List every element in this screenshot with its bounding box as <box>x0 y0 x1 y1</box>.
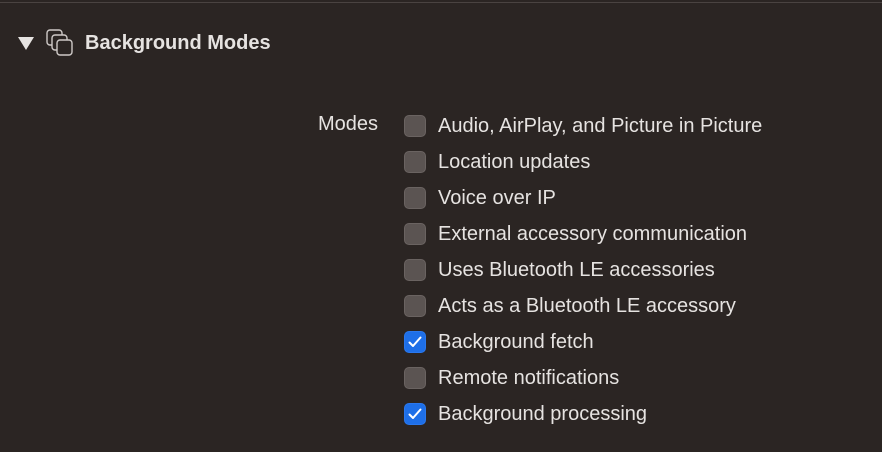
mode-label: Acts as a Bluetooth LE accessory <box>438 294 736 317</box>
checkbox[interactable] <box>404 115 426 137</box>
mode-row-bluetooth-le-accessories[interactable]: Uses Bluetooth LE accessories <box>404 252 874 288</box>
mode-label: Voice over IP <box>438 186 556 209</box>
mode-row-bluetooth-le-accessory[interactable]: Acts as a Bluetooth LE accessory <box>404 288 874 324</box>
mode-row-audio-airplay-pip[interactable]: Audio, AirPlay, and Picture in Picture <box>404 108 874 144</box>
checkbox[interactable] <box>404 331 426 353</box>
mode-row-external-accessory[interactable]: External accessory communication <box>404 216 874 252</box>
mode-label: Background processing <box>438 402 648 425</box>
section-header: Background Modes <box>14 26 271 60</box>
mode-label: Remote notifications <box>438 366 620 389</box>
mode-row-background-fetch[interactable]: Background fetch <box>404 324 874 360</box>
checkbox[interactable] <box>404 187 426 209</box>
modes-label: Modes <box>318 113 379 135</box>
checkmark-icon <box>408 408 422 419</box>
modes-list: Audio, AirPlay, and Picture in Picture L… <box>404 108 874 432</box>
mode-label: Uses Bluetooth LE accessories <box>438 258 715 281</box>
mode-label: Background fetch <box>438 330 594 353</box>
checkbox[interactable] <box>404 403 426 425</box>
stacked-windows-icon <box>44 27 76 59</box>
checkbox[interactable] <box>404 295 426 317</box>
mode-label: External accessory communication <box>438 222 748 245</box>
mode-row-remote-notifications[interactable]: Remote notifications <box>404 360 874 396</box>
mode-row-voice-over-ip[interactable]: Voice over IP <box>404 180 874 216</box>
checkmark-icon <box>408 336 422 347</box>
mode-row-background-processing[interactable]: Background processing <box>404 396 874 432</box>
mode-label: Location updates <box>438 150 591 173</box>
mode-label: Audio, AirPlay, and Picture in Picture <box>438 114 763 137</box>
mode-row-location-updates[interactable]: Location updates <box>404 144 874 180</box>
checkbox[interactable] <box>404 259 426 281</box>
checkbox[interactable] <box>404 367 426 389</box>
section-title: Background Modes <box>85 31 271 54</box>
checkbox[interactable] <box>404 151 426 173</box>
top-divider <box>0 2 882 3</box>
disclosure-triangle-icon[interactable] <box>14 31 38 55</box>
checkbox[interactable] <box>404 223 426 245</box>
